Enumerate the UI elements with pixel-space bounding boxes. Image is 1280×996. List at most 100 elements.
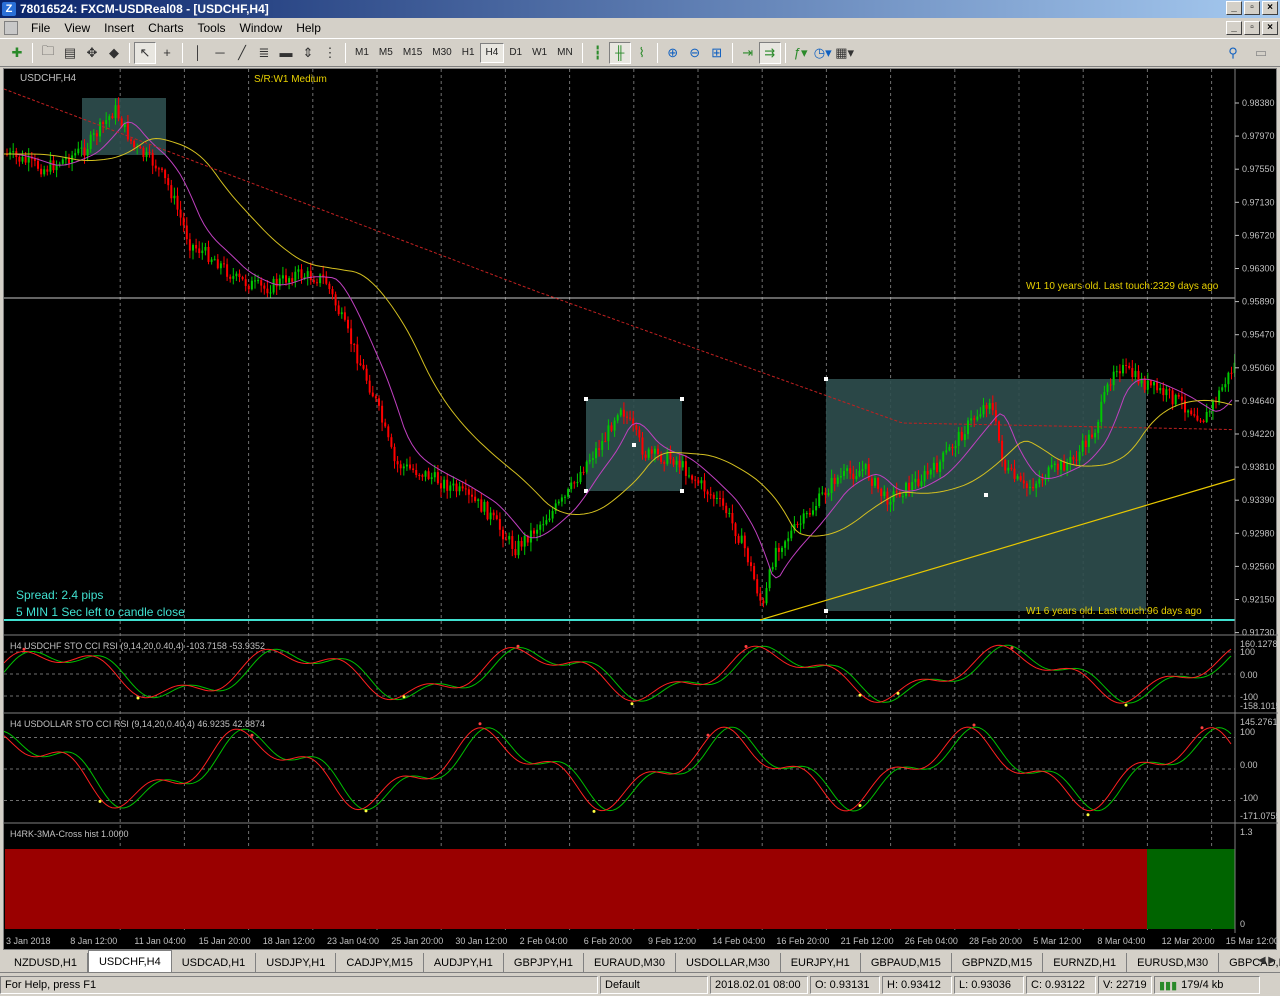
candle-body (368, 380, 371, 393)
candle-body (433, 472, 436, 478)
candle-body (545, 520, 548, 525)
candle-body (427, 471, 430, 479)
chart-shift-icon[interactable]: ⇥ (737, 42, 759, 64)
price-label: 0.94220 (1242, 429, 1275, 439)
time-label: 21 Feb 12:00 (841, 936, 894, 946)
anchor-point (680, 397, 684, 401)
child-minimize-button[interactable]: _ (1226, 21, 1242, 35)
minimize-button[interactable]: _ (1226, 1, 1242, 15)
indicator-panels (4, 644, 1235, 929)
tile-windows-icon[interactable]: ⊞ (706, 42, 728, 64)
chart-tab[interactable]: USDOLLAR,M30 (676, 953, 781, 972)
tf-h1[interactable]: H1 (457, 43, 480, 63)
horizontal-line-icon[interactable]: ─ (209, 42, 231, 64)
menu-file[interactable]: File (24, 21, 57, 35)
templates-icon[interactable]: ▦▾ (834, 42, 856, 64)
autoscroll-icon[interactable]: ⇉ (758, 41, 781, 64)
menu-charts[interactable]: Charts (141, 21, 190, 35)
tf-m5[interactable]: M5 (374, 43, 398, 63)
menu-tools[interactable]: Tools (191, 21, 233, 35)
tf-mn[interactable]: MN (552, 43, 578, 63)
menu-window[interactable]: Window (233, 21, 290, 35)
zoom-in-icon[interactable]: ⊕ (662, 42, 684, 64)
candle-body (334, 294, 337, 306)
tf-m1[interactable]: M1 (350, 43, 374, 63)
crosshair-icon[interactable]: + (156, 42, 178, 64)
candle-body (495, 515, 498, 520)
indicators-icon[interactable]: ƒ▾ (790, 42, 812, 64)
periods-icon[interactable]: ◷▾ (812, 42, 834, 64)
tf-m15[interactable]: M15 (398, 43, 427, 63)
zoom-out-icon[interactable]: ⊖ (684, 42, 706, 64)
navigator-icon[interactable]: ✥ (81, 42, 103, 64)
trendline-icon[interactable]: ╱ (231, 42, 253, 64)
chart-tab[interactable]: EURAUD,M30 (584, 953, 676, 972)
tf-m30[interactable]: M30 (427, 43, 456, 63)
menu-view[interactable]: View (57, 21, 97, 35)
vertical-line-icon[interactable]: │ (187, 42, 209, 64)
chart-tab[interactable]: GBPNZD,M15 (952, 953, 1044, 972)
candle-body (948, 446, 951, 451)
candle-body (688, 475, 690, 477)
tab-scroll-arrows-icon[interactable]: ◀ ▶ (1258, 955, 1276, 966)
child-restore-button[interactable]: ▫ (1244, 21, 1260, 35)
status-open: O: 0.93131 (810, 976, 880, 994)
candle-body (874, 477, 876, 486)
chart-canvas[interactable]: USDCHF,H4 S/R:W1 Medium W1 10 years old.… (4, 69, 1278, 951)
arrows-icon[interactable]: ⇕ (297, 42, 319, 64)
price-label: 0.93390 (1242, 495, 1275, 505)
candle-body (976, 416, 979, 420)
cursor-icon[interactable]: ↖ (134, 41, 156, 64)
tf-w1[interactable]: W1 (527, 43, 552, 63)
new-chart-icon[interactable]: ✚ (6, 42, 28, 64)
candle-body (1171, 390, 1174, 405)
fibonacci-icon[interactable]: ≣ (253, 42, 275, 64)
candle-body (963, 434, 966, 441)
chart-tab[interactable]: EURJPY,H1 (781, 953, 861, 972)
candle-body (24, 156, 27, 163)
rectangle-icon[interactable]: ▬ (275, 42, 297, 64)
candle-body (269, 292, 272, 294)
ind1-dot (1010, 646, 1014, 650)
chart-tab[interactable]: USDJPY,H1 (256, 953, 337, 972)
tf-d1[interactable]: D1 (504, 43, 527, 63)
chart-tab[interactable]: NZDUSD,H1 (4, 953, 88, 972)
child-close-button[interactable]: × (1262, 21, 1278, 35)
menu-insert[interactable]: Insert (97, 21, 141, 35)
market-watch-icon[interactable]: ▤ (59, 42, 81, 64)
grid-icon[interactable]: ⋮ (319, 42, 341, 64)
chart-tab[interactable]: USDCHF,H4 (87, 950, 172, 972)
close-button[interactable]: × (1262, 1, 1278, 15)
chart-tab[interactable]: CADJPY,M15 (336, 953, 424, 972)
chart-window[interactable]: USDCHF,H4 S/R:W1 Medium W1 10 years old.… (3, 68, 1278, 951)
candle-body (27, 156, 30, 163)
chart-tab[interactable]: GBPJPY,H1 (504, 953, 585, 972)
candle-body (663, 461, 666, 464)
candle-body (681, 461, 684, 468)
indicator-axes: 160.12781000.00-100-158.1015145.27611000… (1240, 639, 1278, 929)
candle-body (957, 431, 960, 446)
chat-icon[interactable]: ▭ (1250, 42, 1272, 64)
line-chart-icon[interactable]: ⌇ (631, 42, 653, 64)
candle-body (585, 461, 588, 473)
price-label: 0.98380 (1242, 98, 1275, 108)
menu-help[interactable]: Help (289, 21, 328, 35)
bar-chart-icon[interactable]: ┇ (587, 42, 609, 64)
search-icon[interactable]: ⚲ (1222, 42, 1244, 64)
profiles-icon[interactable]: 🗀 (37, 42, 59, 64)
candle-body (393, 446, 396, 462)
candle-body (1180, 396, 1183, 401)
chart-tab[interactable]: USDCAD,H1 (172, 953, 257, 972)
candle-body (1047, 467, 1050, 480)
candle-body (1177, 395, 1180, 397)
chart-tab[interactable]: EURNZD,H1 (1043, 953, 1128, 972)
price-label: 0.96300 (1242, 264, 1275, 274)
chart-tab[interactable]: AUDJPY,H1 (424, 953, 504, 972)
restore-button[interactable]: ▫ (1244, 1, 1260, 15)
terminal-icon[interactable]: ◆ (103, 42, 125, 64)
tf-h4[interactable]: H4 (479, 42, 505, 63)
candle-body (539, 524, 542, 530)
candlestick-icon[interactable]: ╫ (608, 41, 631, 64)
chart-tab[interactable]: EURUSD,M30 (1127, 953, 1220, 972)
chart-tab[interactable]: GBPAUD,M15 (861, 953, 952, 972)
